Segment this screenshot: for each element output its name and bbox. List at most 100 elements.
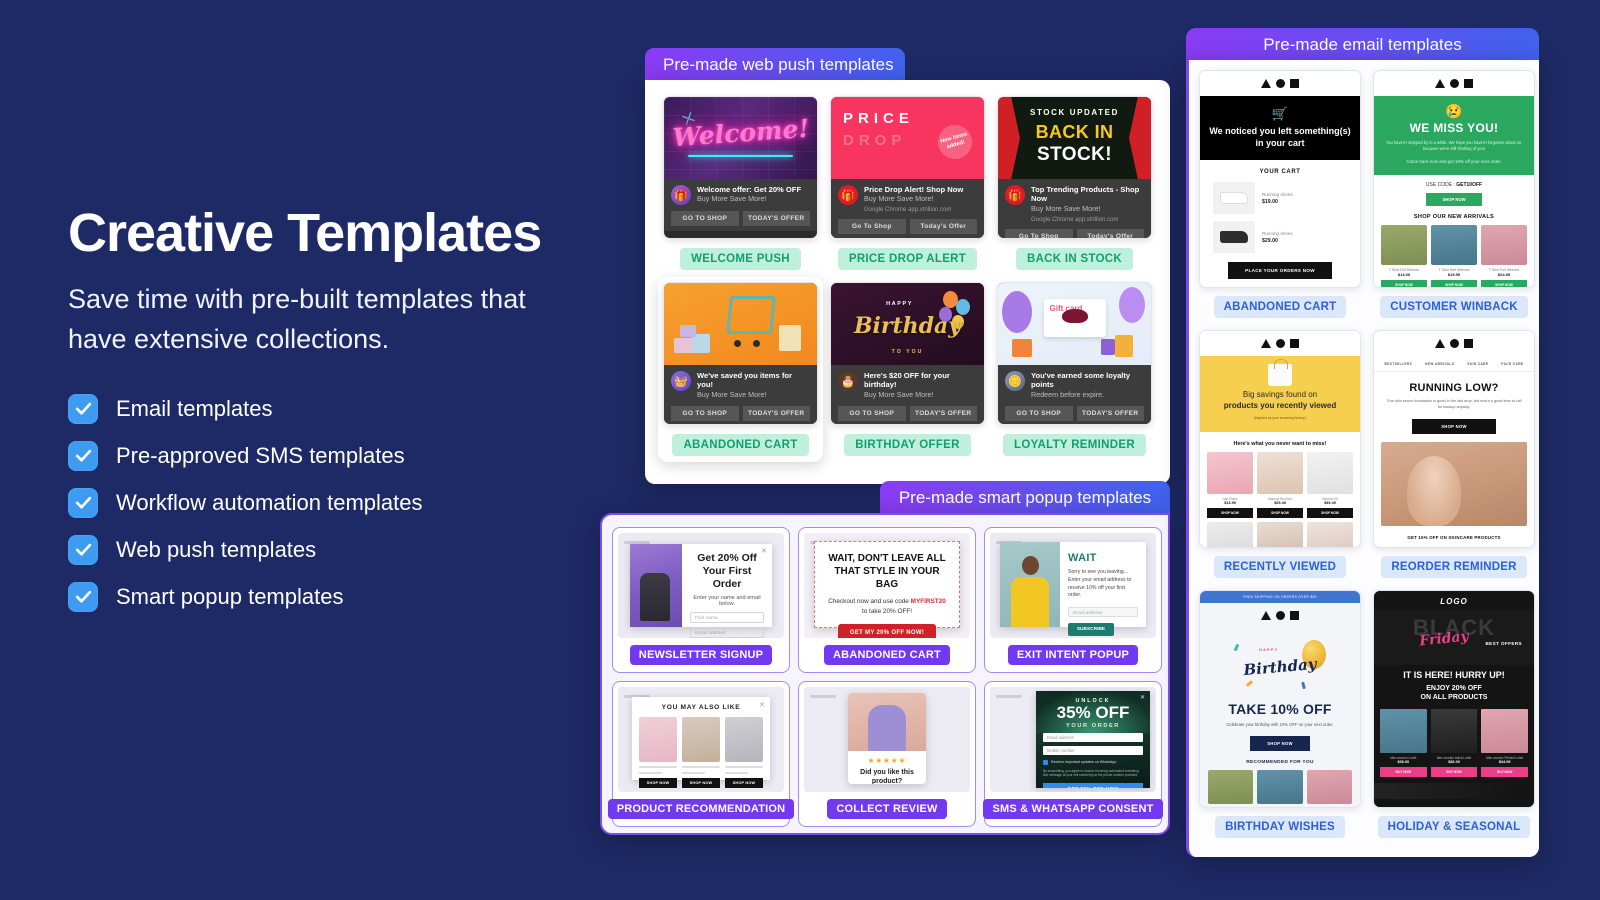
webpush-action-secondary[interactable]: Today's Offer [1076, 228, 1144, 238]
product-item[interactable]: Makeup Brushes $29.49 SHOP NOW [1257, 451, 1303, 518]
product-item[interactable]: T Shirt Full Sleeves $14.00 SHOP NOW [1381, 224, 1427, 287]
shop-now-button[interactable]: SHOP NOW [682, 778, 720, 788]
product-item[interactable]: SHOP NOW [682, 717, 720, 788]
product-item[interactable]: Men women black t-shirt $36.00 BUY NOW [1430, 708, 1478, 777]
webpush-title: Here's $20 OFF for your birthday! [864, 371, 950, 390]
webpush-action-secondary[interactable]: TODAY'S OFFER [909, 405, 977, 421]
shop-now-button[interactable]: SHOP NOW [1250, 735, 1310, 751]
product-button[interactable]: SHOP NOW [1481, 279, 1527, 287]
shop-now-button[interactable]: SHOP NOW [1426, 192, 1482, 206]
checkbox-icon[interactable] [1043, 759, 1048, 765]
webpush-action-primary[interactable]: Go To Shop [1005, 228, 1073, 238]
webpush-action-primary[interactable]: GO TO SHOP [838, 405, 906, 421]
product-image[interactable] [1257, 769, 1303, 804]
popup-card-exit-intent[interactable]: WAIT Sorry to see you leaving... Enter y… [984, 527, 1162, 673]
submit-button[interactable]: GET MY 20% OFF NOW! [838, 624, 936, 638]
popup-card-collect-review[interactable]: ★★★★★ Did you like this product? Please … [798, 681, 976, 827]
email-card-holiday-seasonal[interactable]: LOGO BLACK Friday BEST OFFERS IT IS HERE… [1373, 590, 1535, 838]
email-input[interactable]: Email address [1068, 607, 1138, 618]
email-card-reorder-reminder[interactable]: BESTSELLERS NEW ARRIVALS SKIN CARE FACE … [1373, 330, 1535, 578]
product-button[interactable]: SHOP NOW [1381, 279, 1427, 287]
close-icon[interactable]: ✕ [761, 547, 767, 555]
product-button[interactable]: SHOP NOW [1431, 279, 1477, 287]
webpush-action-secondary[interactable]: TODAY'S OFFER [1076, 405, 1144, 421]
email-panel-tab[interactable]: Pre-made email templates [1186, 28, 1539, 62]
shop-now-button[interactable]: SHOP NOW [1412, 418, 1496, 434]
product-button[interactable]: SHOP NOW [1207, 507, 1253, 518]
nav-item[interactable]: NEW ARRIVALS [1425, 362, 1454, 366]
triangle-icon [1435, 339, 1445, 348]
popup-card-newsletter[interactable]: ✕ Get 20% Off Your First Order Enter you… [612, 527, 790, 673]
product-item[interactable]: Men women t-shirt $36.00 BUY NOW [1380, 708, 1427, 777]
star-rating-icon[interactable]: ★★★★★ [848, 756, 926, 765]
email-card-abandoned-cart[interactable]: 🛒 We noticed you left something(s) in yo… [1199, 70, 1361, 318]
product-button[interactable]: SHOP NOW [1257, 507, 1303, 518]
consent-checkbox-row[interactable]: Receive important updates on WhatsApp [1043, 759, 1143, 765]
close-icon[interactable]: ✕ [759, 701, 765, 709]
email-card-winback[interactable]: 😢 WE MISS YOU! You haven't stopped by in… [1373, 70, 1535, 318]
confetti [1245, 680, 1254, 687]
hero-text: Birthday [853, 312, 962, 339]
product-image[interactable] [1306, 769, 1352, 804]
product-price: $13.99 [1224, 500, 1236, 505]
shop-now-button[interactable]: SHOP NOW [639, 778, 677, 788]
webpush-card-abandoned-cart[interactable]: 🧺 We've saved you items for you! Buy Mor… [658, 277, 823, 462]
place-order-button[interactable]: PLACE YOUR ORDERS NOW [1228, 262, 1332, 280]
product-image[interactable] [1208, 769, 1254, 804]
email-input[interactable]: Email address [690, 627, 764, 638]
product-button[interactable]: SHOP NOW [1307, 507, 1353, 518]
webpush-action-primary[interactable]: GO TO SHOP [671, 405, 739, 421]
nav-item[interactable]: FACE CARE [1501, 362, 1523, 366]
webpush-card-back-in-stock[interactable]: STOCK UPDATED BACK IN STOCK! 🎁 Top Trend… [997, 96, 1152, 270]
webpush-action-secondary[interactable]: TODAY'S OFFER [742, 405, 810, 421]
first-name-input[interactable]: First name [690, 612, 764, 624]
popup-card-product-recommendation[interactable]: ✕ YOU MAY ALSO LIKE SHOP NOW SHOP NOW SH… [607, 681, 795, 827]
product-item[interactable]: T Shirt Full Sleeves $24.99 SHOP NOW [1481, 224, 1527, 287]
webpush-card-loyalty[interactable]: Gift card 🪙 You've earned some loyalty p… [997, 282, 1152, 457]
triangle-icon [1435, 79, 1445, 88]
webpush-panel-tab[interactable]: Pre-made web push templates [645, 48, 905, 82]
product-button[interactable]: BUY NOW [1380, 766, 1427, 777]
nav-item[interactable]: SKIN CARE [1467, 362, 1488, 366]
close-icon[interactable]: ✕ [1140, 694, 1145, 701]
product-item[interactable]: Nail Polish $13.99 SHOP NOW [1207, 451, 1253, 518]
popup-panel-tab[interactable]: Pre-made smart popup templates [880, 481, 1170, 515]
webpush-subtitle: Redeem before expire. [1031, 389, 1105, 399]
popup-subtitle: Enter your name and email below. [693, 595, 761, 608]
product-button[interactable]: BUY NOW [1481, 766, 1529, 777]
product-image [1307, 451, 1353, 494]
product-item[interactable] [1207, 521, 1253, 547]
submit-button[interactable]: GET 35% OFF NOW [1043, 783, 1143, 788]
product-button[interactable]: BUY NOW [1430, 766, 1478, 777]
shop-now-button[interactable]: SHOP NOW [725, 778, 763, 788]
product-image [1431, 224, 1477, 265]
email-input[interactable]: Email address [1043, 732, 1143, 742]
product-item[interactable]: Men women Printed t-shirt $34.99 BUY NOW [1481, 708, 1529, 777]
webpush-card-birthday[interactable]: HAPPY Birthday TO YOU 🎂 Here's $20 OFF f… [830, 282, 985, 457]
mobile-input[interactable]: Mobile number [1043, 745, 1143, 755]
webpush-action-primary[interactable]: GO TO SHOP [1005, 405, 1073, 421]
webpush-action-secondary[interactable]: TODAY'S OFFER [742, 211, 810, 226]
square-icon [1290, 339, 1299, 348]
abandoned-cart-hero-art [664, 283, 817, 365]
product-item[interactable]: T Shirt Half Sleeves $19.99 SHOP NOW [1431, 224, 1477, 287]
popup-thumbnail: WAIT, DON'T LEAVE ALL THAT STYLE IN YOUR… [804, 533, 970, 638]
webpush-action-primary[interactable]: Go To Shop [838, 219, 906, 235]
email-card-birthday-wishes[interactable]: FREE SHIPPING ON ORDERS OVER $50 HAPPY B… [1199, 590, 1361, 838]
product-item[interactable] [1307, 521, 1353, 547]
subscribe-button[interactable]: SUBSCRIBE [1068, 623, 1114, 637]
product-item[interactable] [1257, 521, 1303, 547]
product-item[interactable]: SHOP NOW [639, 717, 677, 788]
webpush-action-primary[interactable]: GO TO SHOP [671, 211, 739, 226]
email-headline: Big savings found on products you recent… [1209, 390, 1351, 412]
product-item[interactable]: Makeup Kit $39.49 SHOP NOW [1307, 451, 1353, 518]
email-card-recently-viewed[interactable]: Big savings found on products you recent… [1199, 330, 1361, 578]
webpush-card-price-drop[interactable]: PRICE DROP New items added! 🎁 Price Drop… [830, 96, 985, 270]
webpush-action-secondary[interactable]: Today's Offer [909, 219, 977, 235]
product-item[interactable]: SHOP NOW [725, 717, 763, 788]
popup-card-abandoned-cart[interactable]: WAIT, DON'T LEAVE ALL THAT STYLE IN YOUR… [798, 527, 976, 673]
popup-card-sms-whatsapp[interactable]: ✕ UNLOCK 35% OFF YOUR ORDER Email addres… [983, 681, 1163, 827]
nav-item[interactable]: BESTSELLERS [1385, 362, 1413, 366]
webpush-actions: Go To Shop Today's Offer [838, 219, 977, 235]
webpush-card-welcome[interactable]: Welcome! 🎁 Welcome offer: Get 20% OFF Bu… [663, 96, 818, 270]
